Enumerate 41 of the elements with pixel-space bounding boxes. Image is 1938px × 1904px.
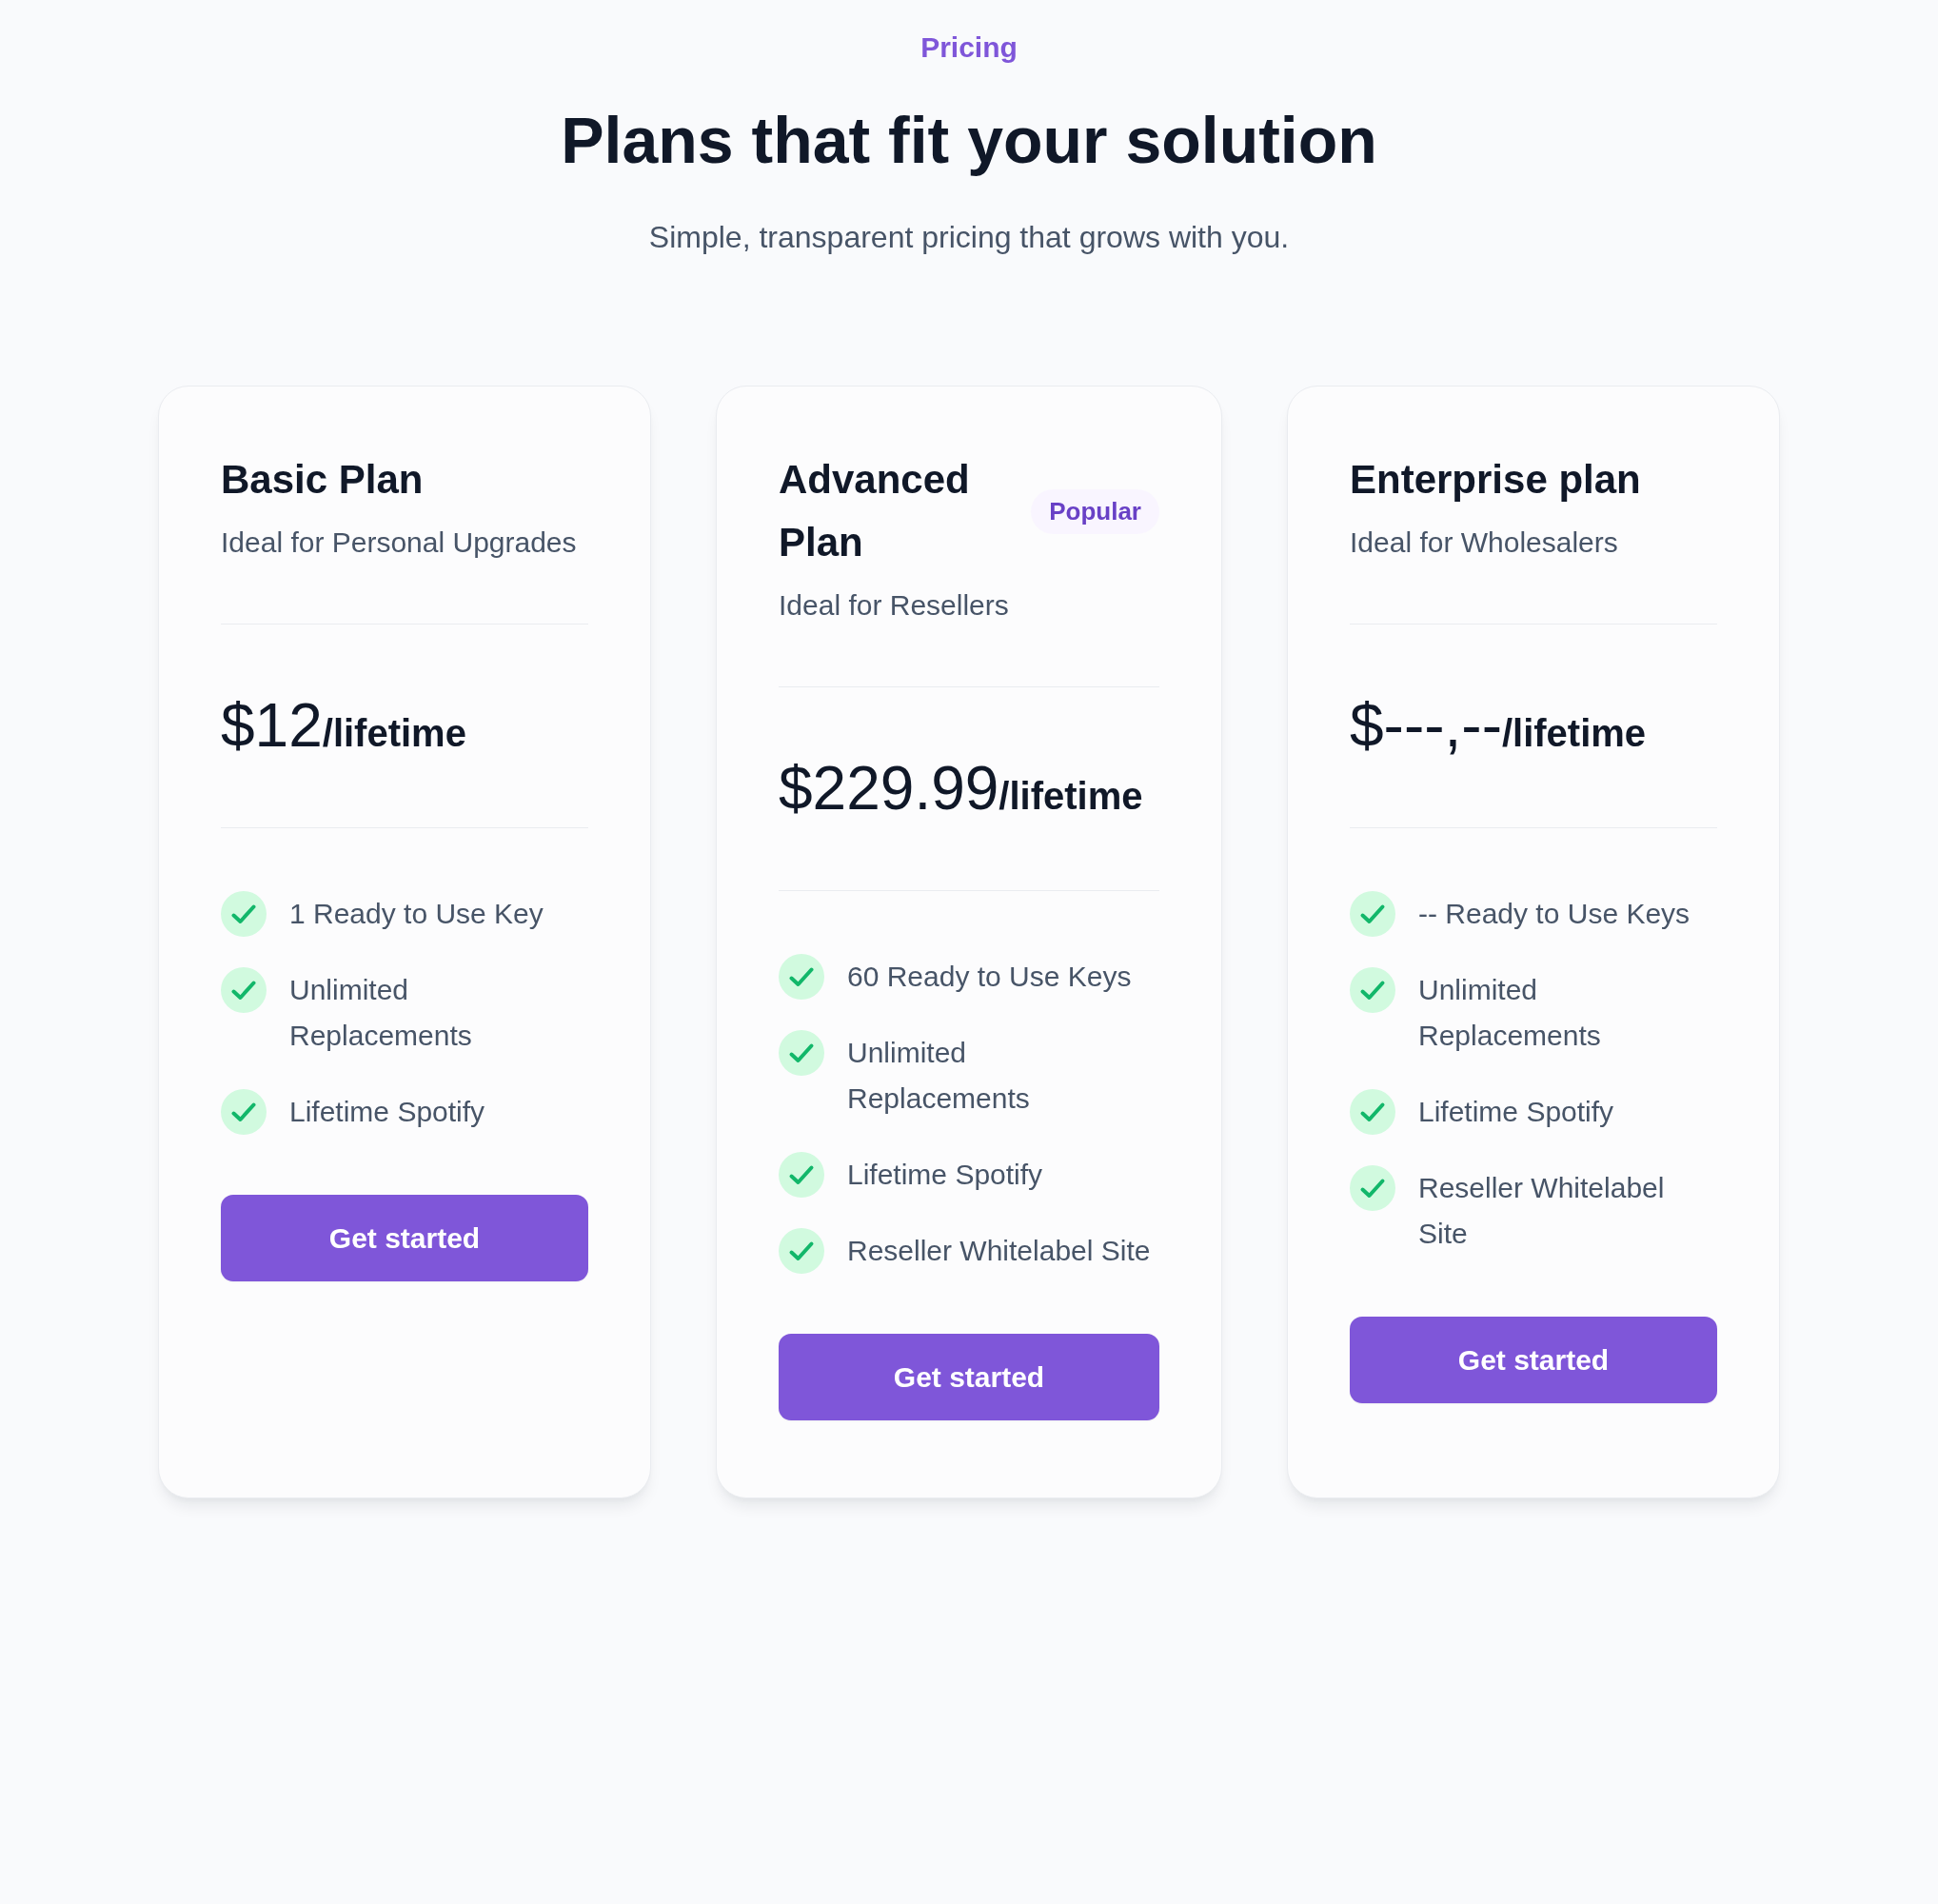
- get-started-button[interactable]: Get started: [779, 1334, 1159, 1420]
- feature-text: Unlimited Replacements: [847, 1036, 1031, 1116]
- check-icon: [779, 1030, 824, 1076]
- page-heading: Plans that fit your solution: [561, 103, 1377, 178]
- feature-text: Lifetime Spotify: [1418, 1095, 1614, 1129]
- popular-badge: Popular: [1031, 488, 1159, 534]
- feature-text: 1 Ready to Use Key: [289, 897, 544, 931]
- feature-text: Unlimited Replacements: [1418, 973, 1602, 1053]
- price-period: /lifetime: [1501, 712, 1647, 754]
- price-period: /lifetime: [999, 775, 1143, 819]
- check-icon: [1350, 1089, 1395, 1135]
- plan-description: Ideal for Wholesalers: [1350, 526, 1619, 560]
- get-started-button[interactable]: Get started: [1350, 1317, 1717, 1403]
- plan-name: Enterprise plan: [1350, 456, 1641, 504]
- check-icon: [779, 1228, 824, 1274]
- feature-text: Reseller Whitelabel Site: [1418, 1171, 1666, 1251]
- check-icon: [221, 891, 267, 937]
- feature-text: -- Ready to Use Keys: [1418, 897, 1691, 931]
- plan-description: Ideal for Resellers: [779, 588, 1010, 623]
- check-icon: [1350, 891, 1395, 937]
- check-icon: [221, 1089, 267, 1135]
- pricing-label: Pricing: [920, 30, 1018, 65]
- plan-name: Advanced Plan: [779, 456, 971, 566]
- feature-text: 60 Ready to Use Keys: [847, 960, 1132, 994]
- check-icon: [1350, 967, 1395, 1013]
- feature-text: Reseller Whitelabel Site: [847, 1234, 1151, 1268]
- feature-text: Lifetime Spotify: [289, 1095, 485, 1129]
- price-period: /lifetime: [322, 712, 466, 756]
- get-started-button[interactable]: Get started: [221, 1195, 588, 1281]
- check-icon: [779, 1152, 824, 1198]
- feature-text: Unlimited Replacements: [289, 973, 473, 1053]
- feature-text: Lifetime Spotify: [847, 1158, 1043, 1192]
- page-subtitle: Simple, transparent pricing that grows with you.: [648, 219, 1290, 256]
- plan-price: $229.99: [779, 753, 999, 824]
- check-icon: [779, 954, 824, 1000]
- plan-price: $---,--: [1350, 690, 1502, 762]
- plan-price: $12: [221, 690, 323, 762]
- check-icon: [221, 967, 267, 1013]
- check-icon: [1350, 1165, 1395, 1211]
- plan-name: Basic Plan: [221, 456, 424, 504]
- plan-description: Ideal for Personal Upgrades: [221, 526, 578, 560]
